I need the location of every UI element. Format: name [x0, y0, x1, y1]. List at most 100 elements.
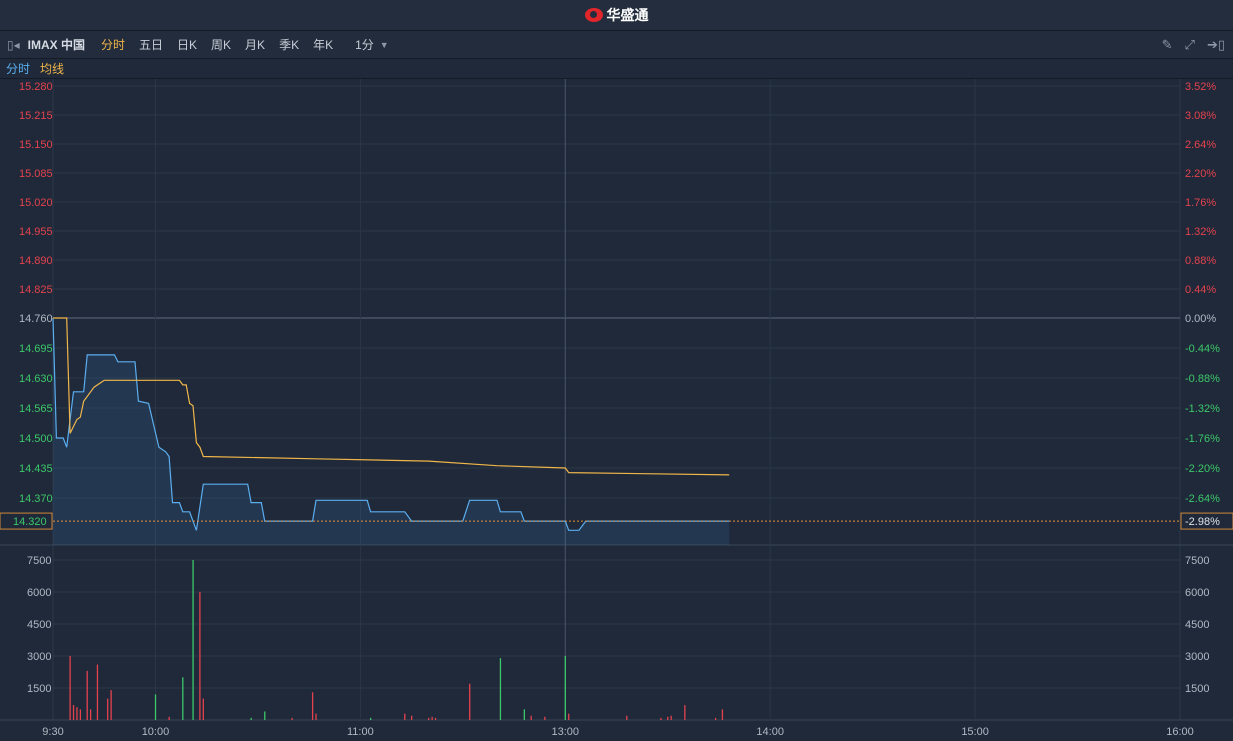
- price-tick-label: 15.085: [19, 168, 53, 180]
- volume-bar: [410, 715, 413, 720]
- time-tick-label: 9:30: [42, 726, 63, 738]
- volume-bar: [202, 698, 204, 720]
- price-tick-label: 14.825: [19, 284, 53, 296]
- price-tick-label: 15.215: [19, 110, 53, 122]
- volume-bar: [96, 664, 99, 720]
- pct-tick-label: 1.32%: [1185, 226, 1216, 238]
- volume-bar: [670, 715, 672, 720]
- time-tick-label: 11:00: [347, 726, 374, 738]
- volume-bar: [89, 709, 92, 720]
- volume-bar: [660, 717, 662, 720]
- volume-bar: [69, 656, 71, 720]
- price-tick-label: 14.630: [19, 373, 53, 385]
- tab-yearly-k[interactable]: 年K: [313, 36, 333, 53]
- symbol-name: IMAX 中国: [27, 38, 85, 52]
- chevron-down-icon[interactable]: ▼: [380, 40, 389, 50]
- time-tick-label: 14:00: [756, 726, 784, 738]
- volume-tick-label-right: 7500: [1185, 555, 1209, 567]
- price-tick-label: 14.565: [19, 403, 53, 415]
- pct-tick-label: 0.00%: [1185, 313, 1216, 325]
- volume-bar: [523, 709, 525, 720]
- toolbar: ▯◂ IMAX 中国 分时 五日 日K 周K 月K 季K 年K 1分 ▼ ✎ ⤢…: [0, 31, 1233, 59]
- volume-bar: [72, 705, 75, 720]
- volume-tick-label-right: 4500: [1185, 619, 1209, 631]
- pencil-icon[interactable]: ✎: [1162, 37, 1173, 53]
- volume-bar: [86, 670, 88, 720]
- time-tick-label: 15:00: [961, 726, 989, 738]
- volume-tick-label: 3000: [27, 651, 51, 663]
- exit-icon[interactable]: ➔▯: [1207, 37, 1225, 53]
- volume-bar: [714, 717, 717, 720]
- price-tick-label: 14.760: [19, 313, 53, 325]
- pct-tick-label: 0.44%: [1185, 284, 1216, 296]
- volume-bar: [469, 683, 471, 720]
- volume-bar: [404, 713, 406, 720]
- volume-tick-label: 4500: [27, 619, 51, 631]
- volume-bar: [79, 709, 82, 720]
- volume-tick-label: 1500: [27, 683, 51, 695]
- price-tick-label: 15.020: [19, 197, 53, 209]
- volume-bar: [199, 592, 201, 720]
- volume-bar: [311, 692, 314, 720]
- price-tick-label: 14.890: [19, 255, 53, 267]
- price-tick-label: 14.500: [19, 433, 53, 445]
- volume-tick-label: 7500: [27, 555, 51, 567]
- time-tick-label: 13:00: [552, 726, 580, 738]
- volume-bar: [76, 707, 78, 720]
- pct-tick-label: -1.76%: [1185, 433, 1220, 445]
- volume-bar: [434, 717, 437, 720]
- legend-price: 分时: [6, 62, 31, 76]
- volume-bar: [499, 658, 502, 720]
- collapse-icon[interactable]: ▯◂: [7, 38, 20, 52]
- time-tick-label: 10:00: [142, 726, 170, 738]
- pct-tick-label: 0.88%: [1185, 255, 1216, 267]
- price-tick-label: 14.435: [19, 463, 53, 475]
- pct-tick-label: 3.52%: [1185, 81, 1216, 93]
- volume-bar: [564, 656, 566, 720]
- volume-bar: [110, 690, 112, 720]
- tab-intraday[interactable]: 分时: [101, 36, 125, 53]
- pct-tick-label: 2.20%: [1185, 168, 1216, 180]
- volume-bar: [315, 713, 317, 720]
- volume-tick-label-right: 3000: [1185, 651, 1209, 663]
- volume-bar: [721, 709, 724, 720]
- tab-daily-k[interactable]: 日K: [177, 36, 197, 53]
- price-tick-label: 14.695: [19, 343, 53, 355]
- volume-bar: [264, 711, 266, 720]
- tab-five-day[interactable]: 五日: [139, 36, 163, 53]
- volume-bar: [428, 717, 430, 720]
- volume-bar: [192, 560, 194, 720]
- volume-bar: [626, 715, 628, 720]
- volume-bar: [667, 716, 669, 720]
- tab-monthly-k[interactable]: 月K: [245, 36, 265, 53]
- volume-bar: [370, 717, 372, 720]
- volume-tick-label: 6000: [27, 587, 51, 599]
- tab-quarterly-k[interactable]: 季K: [279, 36, 299, 53]
- pct-tick-label: -2.20%: [1185, 463, 1220, 475]
- volume-bar: [568, 713, 570, 720]
- title-bar: 华盛通: [0, 0, 1233, 31]
- chart-legend: 分时 均线: [0, 59, 1233, 79]
- volume-bar: [544, 716, 546, 720]
- brand-name: 华盛通: [606, 7, 649, 23]
- interval-select[interactable]: 1分: [355, 36, 374, 53]
- tab-weekly-k[interactable]: 周K: [211, 36, 231, 53]
- last-price-label: 14.320: [13, 516, 47, 528]
- volume-bar: [684, 705, 686, 720]
- price-tick-label: 14.955: [19, 226, 53, 238]
- brand-logo: 华盛通: [584, 5, 649, 25]
- volume-bar: [431, 716, 433, 720]
- intraday-chart[interactable]: 15.280 3.52% 15.215 3.08% 15.150 2.64% 15.085 2…: [0, 79, 1233, 741]
- pct-tick-label: 2.64%: [1185, 139, 1216, 151]
- volume-bar: [168, 716, 170, 720]
- time-tick-label: 16:00: [1166, 726, 1194, 738]
- pct-tick-label: -1.32%: [1185, 403, 1220, 415]
- fullscreen-icon[interactable]: ⤢: [1185, 37, 1195, 53]
- legend-avg: 均线: [40, 62, 65, 76]
- volume-bar: [530, 715, 532, 720]
- pct-tick-label: 3.08%: [1185, 110, 1216, 122]
- volume-bar: [291, 717, 293, 720]
- price-area: [53, 318, 730, 545]
- volume-tick-label-right: 6000: [1185, 587, 1209, 599]
- price-tick-label: 15.280: [19, 81, 53, 93]
